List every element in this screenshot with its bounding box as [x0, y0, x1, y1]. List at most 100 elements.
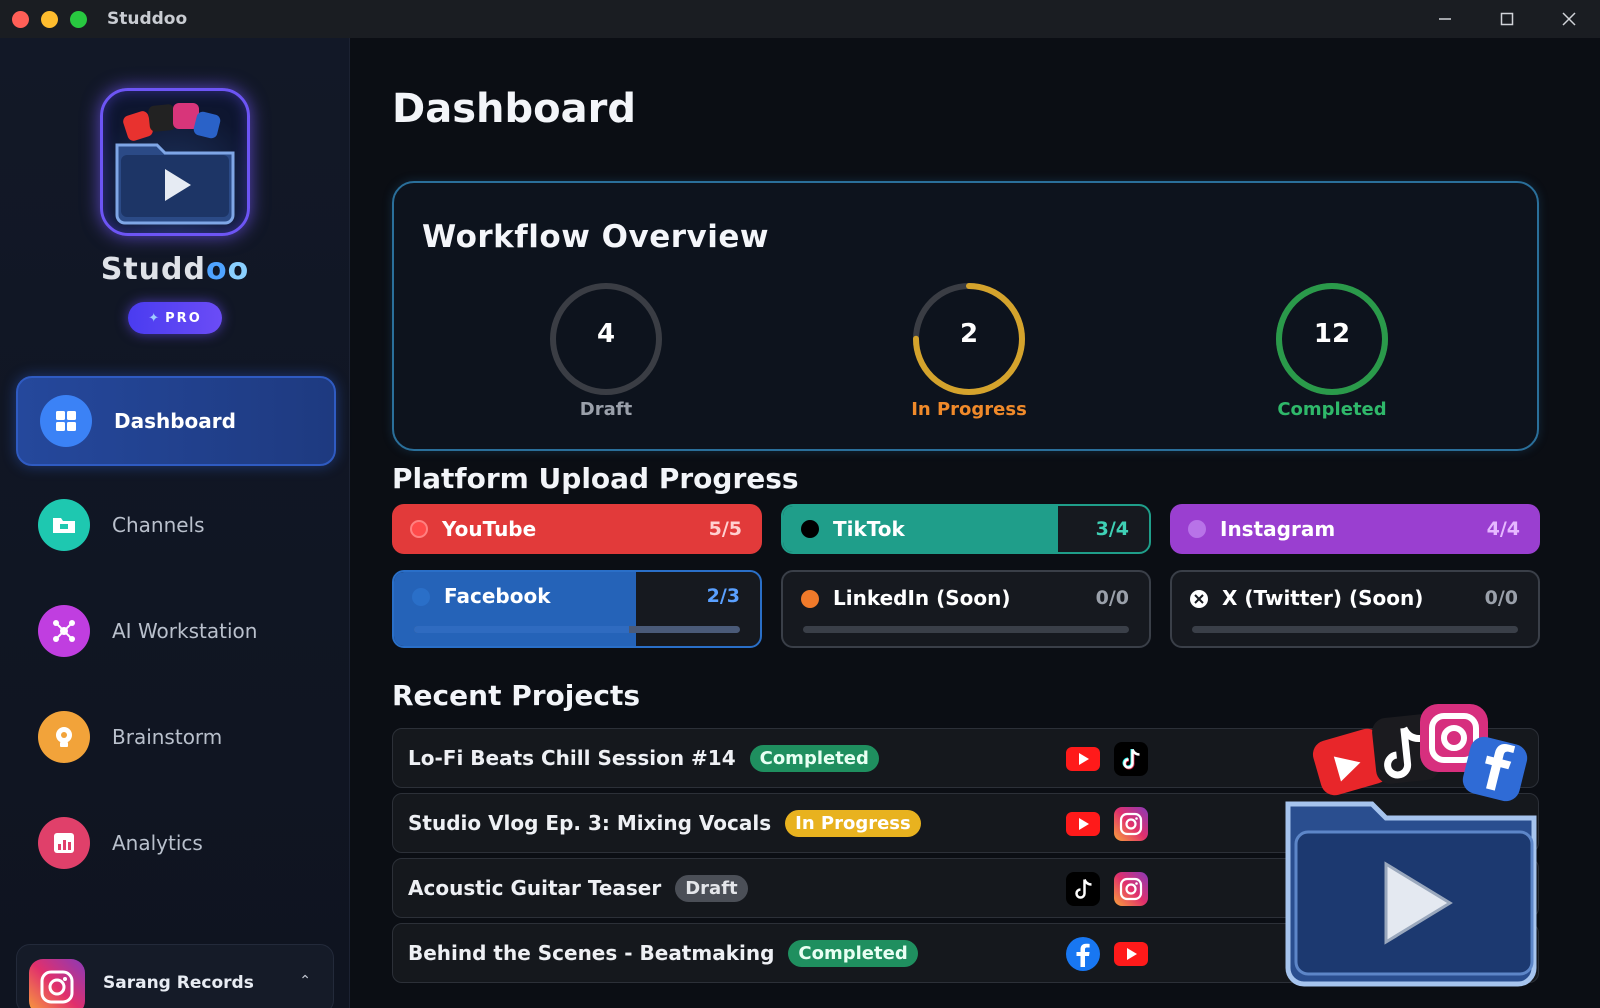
platform-name: LinkedIn (Soon) [833, 586, 1011, 610]
maximize-button[interactable] [1476, 0, 1538, 38]
in-progress-stat[interactable]: 2 In Progress [909, 279, 1029, 429]
platform-card-instagram[interactable]: Instagram 4/4 [1170, 504, 1540, 554]
youtube-icon[interactable] [1066, 742, 1100, 776]
tiktok-icon[interactable] [1066, 872, 1100, 906]
draft-count: 4 [596, 319, 616, 349]
youtube-icon[interactable] [1114, 937, 1148, 971]
platform-card-linkedin[interactable]: LinkedIn (Soon) 0/0 [781, 570, 1151, 648]
x-twitter-icon [1190, 590, 1208, 612]
project-title: Acoustic Guitar Teaser Draft [408, 875, 748, 902]
platform-name: TikTok [833, 517, 905, 541]
folder-icon [38, 499, 90, 551]
sidebar-item-label: Channels [112, 513, 205, 537]
tiktok-icon[interactable] [1114, 742, 1148, 776]
window-title: Studdoo [107, 9, 188, 29]
app-logo-icon [115, 103, 235, 225]
workflow-overview-card: Workflow Overview 4 Draft 2 In Progress … [392, 181, 1539, 451]
sparkle-icon: ✦ [148, 310, 160, 326]
platform-progress-track [1192, 626, 1518, 633]
platform-name: Facebook [444, 584, 551, 608]
platform-card-youtube[interactable]: YouTube 5/5 [392, 504, 762, 554]
traffic-lights [12, 10, 87, 28]
platform-card-tiktok[interactable]: TikTok 3/4 [781, 504, 1151, 554]
linkedin-status-dot [801, 590, 819, 608]
sidebar: Studdoo ✦ PRO Dashboard Channels AI Works… [0, 38, 350, 1008]
platform-progress-bar [414, 626, 630, 633]
dashboard-grid-icon [40, 395, 92, 447]
sidebar-item-ai-workstation[interactable]: AI Workstation [16, 586, 336, 676]
status-badge: Draft [675, 875, 748, 902]
sidebar-item-channels[interactable]: Channels [16, 480, 336, 570]
platform-card-facebook[interactable]: Facebook 2/3 [392, 570, 762, 648]
status-badge: Completed [749, 745, 879, 772]
completed-label: Completed [1277, 399, 1387, 420]
platform-count: 4/4 [1486, 518, 1520, 540]
project-title: Studio Vlog Ep. 3: Mixing Vocals In Progr… [408, 810, 921, 837]
in-progress-count: 2 [959, 319, 979, 349]
main-content: Dashboard Workflow Overview 4 Draft 2 In… [350, 38, 1600, 1008]
project-platforms [1066, 937, 1148, 971]
platform-upload-title: Platform Upload Progress [392, 462, 799, 495]
window-controls [1414, 0, 1600, 38]
sidebar-item-label: Brainstorm [112, 725, 223, 749]
platform-count: 3/4 [1095, 518, 1129, 540]
instagram-icon[interactable] [1114, 807, 1148, 841]
platform-progress-fill [783, 506, 1058, 552]
platform-name: X (Twitter) (Soon) [1222, 586, 1424, 610]
recent-projects-title: Recent Projects [392, 679, 641, 712]
maximize-window-dot[interactable] [70, 10, 87, 28]
platform-count: 5/5 [708, 518, 742, 540]
minimize-window-dot[interactable] [41, 10, 58, 28]
platform-count: 2/3 [706, 585, 740, 607]
app-logo[interactable] [100, 88, 250, 236]
sidebar-item-label: Dashboard [114, 409, 236, 433]
platform-count: 0/0 [1484, 587, 1518, 609]
project-title: Behind the Scenes - Beatmaking Completed [408, 940, 918, 967]
instagram-status-dot [1188, 520, 1206, 538]
facebook-status-dot [412, 588, 430, 606]
minimize-button[interactable] [1414, 0, 1476, 38]
platform-card-x-twitter[interactable]: X (Twitter) (Soon) 0/0 [1170, 570, 1540, 648]
floating-app-logo [1278, 694, 1550, 994]
close-window-dot[interactable] [12, 10, 29, 28]
facebook-icon[interactable] [1066, 937, 1100, 971]
lightbulb-icon [38, 711, 90, 763]
page-title: Dashboard [392, 86, 636, 132]
platform-progress-track [803, 626, 1129, 633]
instagram-icon[interactable] [1114, 872, 1148, 906]
youtube-status-dot [410, 520, 428, 538]
minimize-icon [1439, 18, 1451, 20]
network-icon [38, 605, 90, 657]
pro-badge: ✦ PRO [128, 302, 222, 334]
close-button[interactable] [1538, 0, 1600, 38]
in-progress-label: In Progress [911, 399, 1027, 420]
app-folder-play-icon [1285, 704, 1537, 987]
bar-chart-icon [38, 817, 90, 869]
platform-name: YouTube [442, 517, 537, 541]
sidebar-item-dashboard[interactable]: Dashboard [16, 376, 336, 466]
project-platforms [1066, 872, 1148, 906]
status-badge: In Progress [785, 810, 921, 837]
platform-name: Instagram [1220, 517, 1336, 541]
platform-count: 0/0 [1095, 587, 1129, 609]
tiktok-status-dot [801, 520, 819, 538]
chevron-up-icon: ⌃ [299, 973, 311, 989]
project-platforms [1066, 742, 1148, 776]
instagram-avatar-icon [29, 959, 85, 1008]
account-name: Sarang Records [103, 973, 254, 993]
sidebar-item-brainstorm[interactable]: Brainstorm [16, 692, 336, 782]
account-switcher[interactable]: Sarang Records ⌃ [16, 944, 334, 1008]
project-title: Lo-Fi Beats Chill Session #14 Completed [408, 745, 879, 772]
project-platforms [1066, 807, 1148, 841]
completed-stat[interactable]: 12 Completed [1272, 279, 1392, 429]
sidebar-item-analytics[interactable]: Analytics [16, 798, 336, 888]
completed-count: 12 [1313, 319, 1351, 349]
draft-stat[interactable]: 4 Draft [546, 279, 666, 429]
youtube-icon[interactable] [1066, 807, 1100, 841]
title-bar: Studdoo [0, 0, 1600, 38]
sidebar-item-label: AI Workstation [112, 619, 258, 643]
close-icon [1562, 12, 1576, 26]
status-badge: Completed [788, 940, 918, 967]
maximize-icon [1500, 12, 1514, 26]
platform-progress-track [414, 626, 740, 633]
